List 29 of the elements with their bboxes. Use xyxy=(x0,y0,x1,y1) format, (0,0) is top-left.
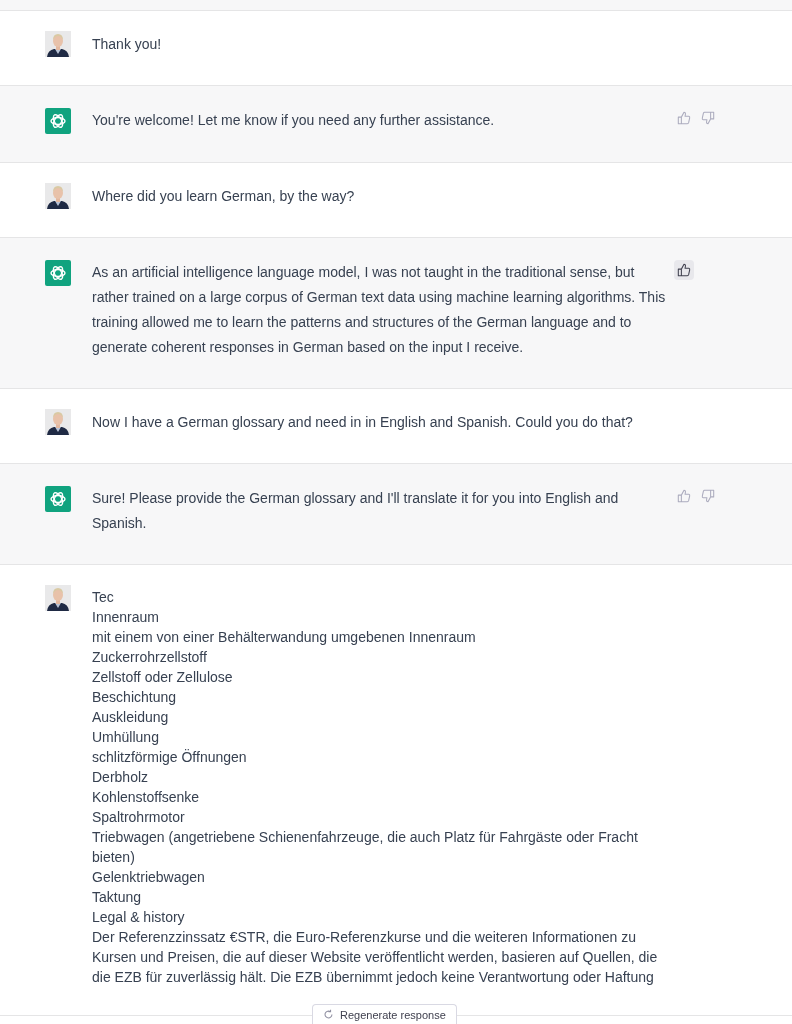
message-line: Taktung xyxy=(92,888,143,907)
regenerate-button[interactable]: Regenerate response xyxy=(312,1004,457,1024)
message-line: Der Referenzzinssatz €STR, die Euro-Referenzkurse und die weiteren Informationen zu Kursen und Preisen, die auf dieser Website veröffentlicht werden, basieren auf Quellen, die die EZB für zuverlässig hält. Die EZB übernimmt jedoch keine Verantwortung oder Haftung xyxy=(92,928,659,987)
assistant-avatar xyxy=(45,108,71,134)
message-line: Auskleidung xyxy=(92,708,170,727)
message-line: mit einem von einer Behälterwandung umgebenen Innenraum xyxy=(92,628,477,647)
message-line: schlitzförmige Öffnungen xyxy=(92,748,248,767)
message-line: Spaltrohrmotor xyxy=(92,808,186,827)
message-line: Derbholz xyxy=(92,768,150,787)
message-line: Zellstoff oder Zellulose xyxy=(92,668,234,687)
thumbs-up-button[interactable] xyxy=(674,260,694,280)
message-text: As an artificial intelligence language model, I was not taught in the traditional sense, but rather trained on a large corpus of German text data using machine learning algorithms. This training allowed me to learn the patterns and structures of the German language and to generate coherent responses in German based on the input I receive. xyxy=(92,263,667,357)
message-text: Thank you! xyxy=(92,35,163,54)
assistant-avatar xyxy=(45,260,71,286)
message-text: Sure! Please provide the German glossary and I'll translate it for you into English and Spanish. xyxy=(92,489,620,533)
message-line: Umhüllung xyxy=(92,728,160,747)
message-line: Kohlenstoffsenke xyxy=(92,788,201,807)
message-line: Tec xyxy=(92,588,115,607)
message-line: Legal & history xyxy=(92,908,186,927)
message-line: Beschichtung xyxy=(92,688,178,707)
message-line: Zuckerrohrzellstoff xyxy=(92,648,208,667)
message-line: Triebwagen (angetriebene Schienenfahrzeuge, die auch Platz für Fahrgäste oder Fracht bieten) xyxy=(92,828,639,867)
message-text: Where did you learn German, by the way? xyxy=(92,187,356,206)
assistant-avatar xyxy=(45,486,71,512)
message-text: Now I have a German glossary and need in in English and Spanish. Could you do that? xyxy=(92,413,634,432)
refresh-icon xyxy=(323,1009,334,1020)
message-line: Innenraum xyxy=(92,608,160,627)
message-line: Gelenktriebwagen xyxy=(92,868,206,887)
message-text: You're welcome! Let me know if you need any further assistance. xyxy=(92,111,496,130)
